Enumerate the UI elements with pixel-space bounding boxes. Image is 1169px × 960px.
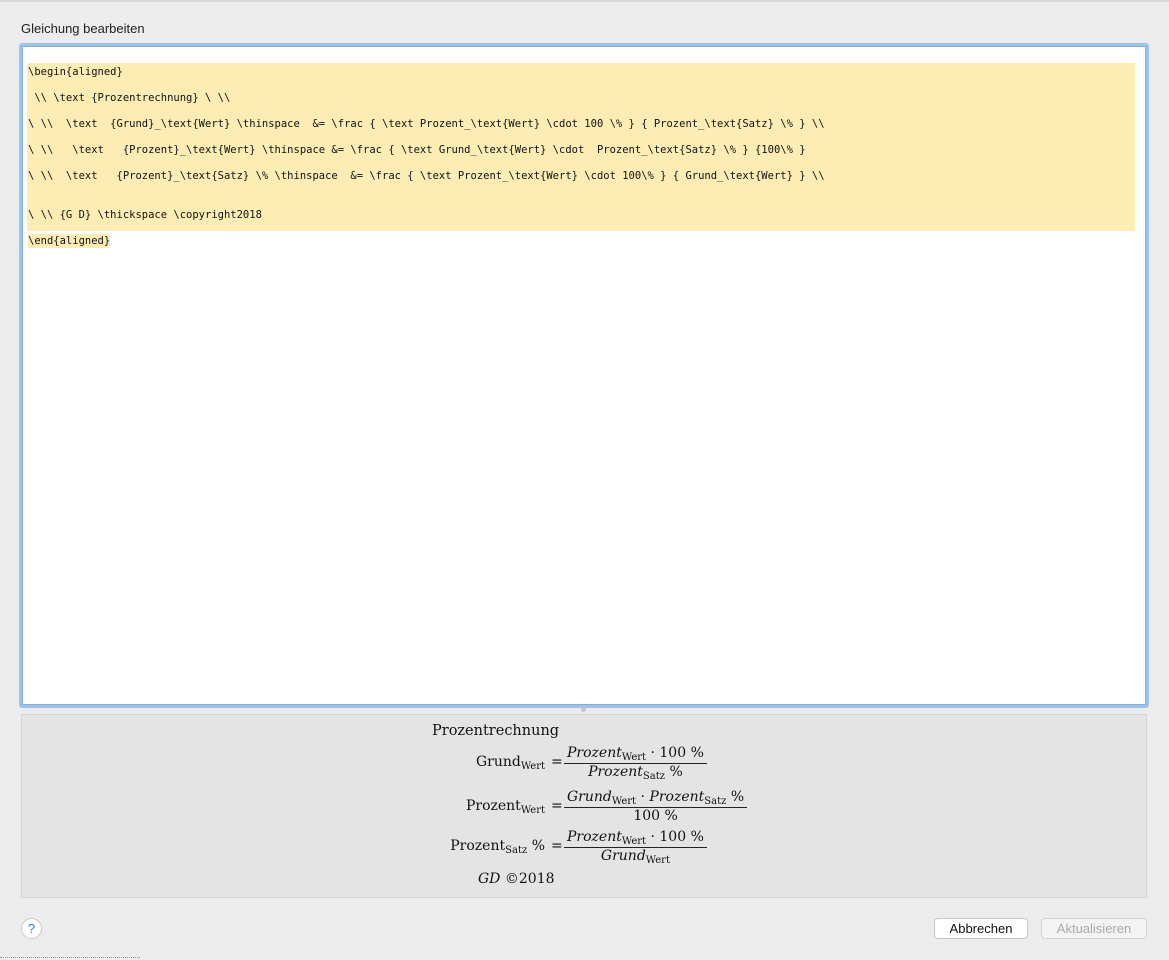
- update-button[interactable]: Aktualisieren: [1041, 918, 1147, 939]
- fraction-denominator: ProzentSatz %: [564, 763, 707, 782]
- latex-editor[interactable]: \begin{aligned} \\ \text {Prozentrechnun…: [19, 43, 1149, 708]
- lhs-text: Grund: [475, 754, 521, 770]
- denominator-subscript: Wert: [645, 855, 670, 866]
- split-handle[interactable]: [581, 707, 586, 712]
- fraction: GrundWert · ProzentSatz % 100 %: [564, 789, 748, 824]
- numerator-rest: %: [730, 789, 745, 805]
- numerator-text: Prozent: [567, 829, 622, 845]
- code-line[interactable]: \begin{aligned}: [28, 65, 123, 79]
- numerator-rest: · 100 %: [650, 829, 704, 845]
- numerator-text-2: Prozent: [649, 789, 705, 805]
- equation-lhs: GrundWert: [476, 754, 545, 772]
- window-top-border: [0, 0, 1169, 2]
- signature-copyright: ©2018: [504, 871, 555, 887]
- fraction-numerator: ProzentWert · 100 %: [564, 745, 707, 763]
- fraction: ProzentWert · 100 % GrundWert: [564, 829, 707, 866]
- numerator-subscript: Wert: [621, 752, 647, 763]
- denominator-text: Grund: [600, 848, 646, 864]
- numerator-dot: ·: [640, 789, 645, 805]
- numerator-subscript-2: Satz: [704, 796, 727, 807]
- equation-lhs: ProzentWert: [466, 798, 545, 816]
- denominator-text: Prozent: [588, 764, 643, 780]
- equals-sign: =: [551, 838, 563, 854]
- equation-row-3: ProzentSatz % = ProzentWert · 100 % Grun…: [22, 829, 1148, 869]
- numerator-rest: · 100 %: [650, 745, 704, 761]
- equation-row-2: ProzentWert = GrundWert · ProzentSatz % …: [22, 789, 1148, 829]
- lhs-text: Prozent: [465, 798, 521, 814]
- cancel-button[interactable]: Abbrechen: [934, 918, 1028, 939]
- lhs-subscript: Wert: [520, 805, 545, 816]
- code-line[interactable]: \\ \text {Prozentrechnung} \ \\: [28, 91, 230, 105]
- code-line[interactable]: \ \\ {G D} \thickspace \copyright2018: [28, 208, 262, 222]
- fraction-denominator: 100 %: [564, 807, 748, 824]
- code-line[interactable]: \ \\ \text {Grund}_\text{Wert} \thinspac…: [28, 117, 825, 131]
- code-line[interactable]: \ \\ \text {Prozent}_\text{Satz} \% \thi…: [28, 169, 825, 183]
- fraction-denominator: GrundWert: [564, 847, 707, 866]
- lhs-subscript: Wert: [520, 761, 545, 772]
- signature-initials: GD: [478, 871, 501, 887]
- denominator-rest: %: [669, 764, 683, 780]
- fraction-numerator: GrundWert · ProzentSatz %: [564, 789, 747, 807]
- numerator-subscript: Wert: [621, 836, 647, 847]
- equation-lhs: ProzentSatz %: [450, 838, 545, 856]
- preview-title: Prozentrechnung: [432, 723, 560, 739]
- numerator-text: Prozent: [567, 745, 622, 761]
- equation-preview: Prozentrechnung GrundWert = ProzentWert …: [21, 714, 1147, 898]
- lhs-percent: %: [531, 838, 545, 854]
- lhs-subscript: Satz: [505, 845, 528, 856]
- code-line[interactable]: \end{aligned}: [28, 234, 111, 248]
- numerator-subscript: Wert: [611, 796, 637, 807]
- equals-sign: =: [551, 754, 563, 770]
- code-line[interactable]: \ \\ \text {Prozent}_\text{Wert} \thinsp…: [28, 143, 806, 157]
- fraction-numerator: ProzentWert · 100 %: [564, 829, 707, 847]
- equals-sign: =: [551, 798, 563, 814]
- lhs-text: Prozent: [450, 838, 506, 854]
- denominator-subscript: Satz: [642, 771, 666, 782]
- equation-row-1: GrundWert = ProzentWert · 100 % ProzentS…: [22, 745, 1148, 785]
- numerator-text: Grund: [567, 789, 612, 805]
- preview-signature: GD ©2018: [478, 871, 555, 887]
- help-button[interactable]: ?: [21, 918, 42, 939]
- dialog-title: Gleichung bearbeiten: [21, 21, 145, 36]
- fraction: ProzentWert · 100 % ProzentSatz %: [564, 745, 707, 782]
